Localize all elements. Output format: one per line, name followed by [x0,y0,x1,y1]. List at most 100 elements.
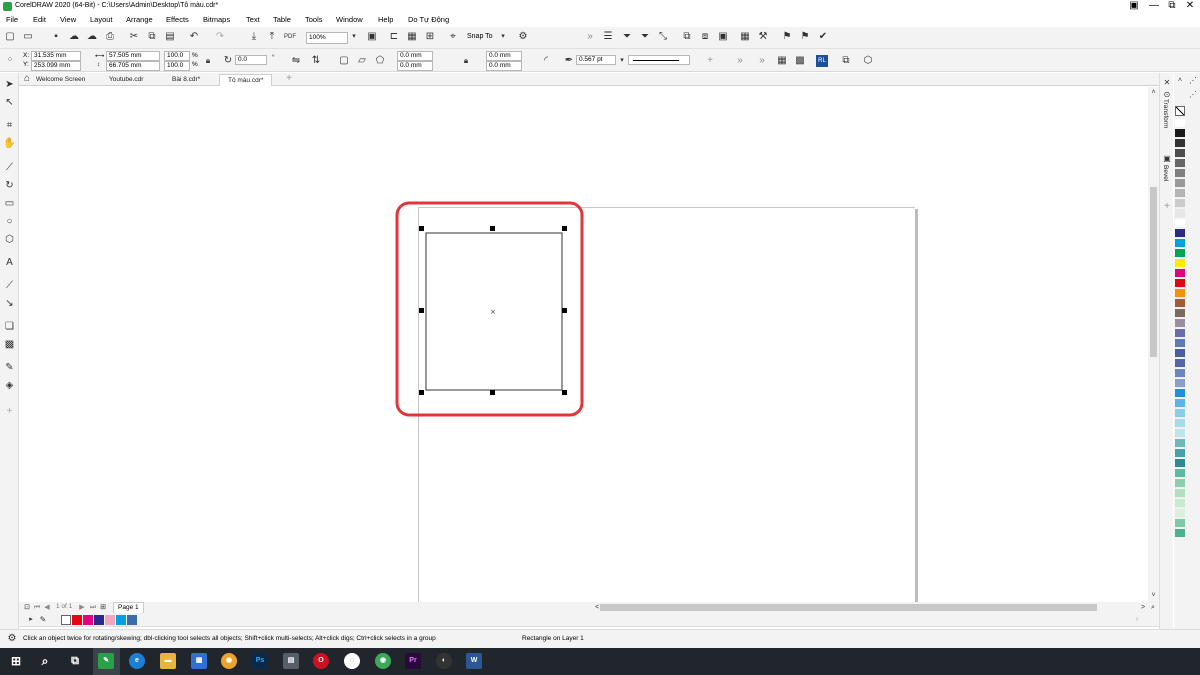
palette-swatch[interactable] [1175,399,1185,408]
page-tab-1[interactable]: Page 1 [113,602,144,613]
doc-palette-eyedropper-icon[interactable]: ✎ [37,614,49,626]
corner-radius-bottom-right[interactable]: 0.0 mm [486,61,522,71]
docker-close-icon[interactable]: ✕ [1161,77,1173,89]
drop-shadow-tool-icon[interactable]: ❏ [3,320,16,333]
rotation-angle-field[interactable]: 0.0 [235,55,267,65]
new-document-icon[interactable]: ▢ [4,31,16,43]
maximize-button[interactable]: ⧉ [1162,0,1182,13]
palette-scroll-up-icon[interactable]: ˄ [1174,75,1186,87]
palette-swatch[interactable] [1175,479,1185,488]
ellipse-tool-icon[interactable]: ○ [3,215,16,228]
chrome-icon[interactable]: ◉ [221,653,237,669]
undo-icon[interactable]: ↶ [188,31,200,43]
document-palette-swatch[interactable] [127,615,137,625]
palette-swatch[interactable] [1175,259,1185,268]
add-icon[interactable]: + [704,55,716,67]
corner-radius-bottom-left[interactable]: 0.0 mm [397,61,433,71]
snap-to-label[interactable]: Snap To [467,33,493,40]
scroll-up-icon[interactable]: ˄ [1148,87,1159,99]
palette-swatch[interactable] [1175,309,1185,318]
grid-select-icon[interactable]: ▦ [739,31,751,43]
copy-properties-icon[interactable]: ⧉ [681,31,693,43]
tab-welcome-screen[interactable]: Welcome Screen [28,74,93,86]
publish-pdf-icon[interactable]: PDF [284,31,296,43]
snap-dropdown-icon[interactable]: ▾ [497,31,509,43]
palette-swatch[interactable] [1175,159,1185,168]
show-guidelines-icon[interactable]: ⊞ [424,31,436,43]
vertical-scrollbar[interactable]: ˄ ˅ [1148,87,1159,602]
palette-swatch[interactable] [1175,249,1185,258]
palette-swatch[interactable] [1175,339,1185,348]
fill-options-icon[interactable]: ⬡ [862,55,874,67]
chrome-profile-icon[interactable]: ◉ [375,653,391,669]
full-screen-icon[interactable]: ▣ [366,31,378,43]
menu-help[interactable]: Help [378,15,393,24]
tab-bai-8[interactable]: Bài 8.cdr* [164,74,208,86]
round-corner-icon[interactable]: ▢ [338,55,350,67]
document-palette-swatch[interactable] [83,615,93,625]
transparency-tool-icon[interactable]: ▩ [3,338,16,351]
quick-customize-icon[interactable]: + [3,405,16,418]
edge-icon[interactable]: e [129,653,145,669]
connector-tool-icon[interactable]: ↘ [3,297,16,310]
pick-filter-icon[interactable]: ⏷ [639,31,651,43]
scale-width-field[interactable]: 100.0 [164,51,190,61]
palette-swatch[interactable] [1175,139,1185,148]
copy-icon[interactable]: ⧉ [146,31,158,43]
eyedropper-tool-icon[interactable]: ✎ [3,361,16,374]
palette-swatch[interactable] [1175,509,1185,518]
menu-window[interactable]: Window [336,15,363,24]
align-icon[interactable]: ☰ [602,31,614,43]
reference-point-icon[interactable]: ⁘ [4,54,16,66]
script-icon[interactable]: ⚑ [799,31,811,43]
opera-icon[interactable]: O [313,653,329,669]
drawing-canvas[interactable]: × [20,87,1148,602]
palette-swatch[interactable] [1175,419,1185,428]
coreldraw-taskbar-icon[interactable]: ✎ [98,653,114,669]
help-icon[interactable]: ▣ [1124,0,1144,13]
palette-swatch[interactable] [1175,489,1185,498]
palette-swatch[interactable] [1175,469,1185,478]
check-icon[interactable]: ✔ [817,31,829,43]
document-palette-swatch[interactable] [72,615,82,625]
minimize-button[interactable]: — [1144,0,1164,13]
macro-icon[interactable]: ⚑ [781,31,793,43]
pan-tool-icon[interactable]: ✋ [3,137,16,150]
mirror-horizontal-icon[interactable]: ⇋ [290,55,302,67]
tab-youtube[interactable]: Youtube.cdr [101,74,151,86]
tab-to-mau[interactable]: Tô màu.cdr* [219,74,273,86]
open-icon[interactable]: ▭ [22,31,34,43]
palette-swatch[interactable] [1175,229,1185,238]
palette-swatch[interactable] [1175,269,1185,278]
menu-arrange[interactable]: Arrange [126,15,153,24]
mirror-vertical-icon[interactable]: ⇅ [310,55,322,67]
document-palette-swatch[interactable] [94,615,104,625]
export-icon[interactable]: ⤒ [266,31,278,43]
palette-swatch[interactable] [1175,119,1185,128]
relative-corner-icon[interactable]: ◜ [540,55,552,67]
freehand-tool-icon[interactable]: ⟋ [3,161,16,174]
palette-swatch[interactable] [1175,369,1185,378]
menu-view[interactable]: View [60,15,76,24]
wrap-text-icon[interactable]: ▦ [776,55,788,67]
calculator-icon[interactable]: ▤ [283,653,299,669]
palette-swatch[interactable] [1175,279,1185,288]
height-field[interactable]: 66.705 mm [106,61,160,71]
file-explorer-icon[interactable]: ▬ [160,653,176,669]
interactive-fill-tool-icon[interactable]: ◈ [3,379,16,392]
palette-swatch[interactable] [1175,329,1185,338]
filter-icon[interactable]: ⏷ [621,31,633,43]
status-gear-icon[interactable]: ⚙ [6,633,18,645]
document-palette-swatch[interactable] [105,615,115,625]
x-position-field[interactable]: 31.535 mm [31,51,81,61]
crop-tool-icon[interactable]: ⌗ [3,119,16,132]
y-position-field[interactable]: 253.099 mm [31,61,81,71]
import-icon[interactable]: ⤓ [248,31,260,43]
palette-swatch[interactable] [1175,209,1185,218]
pick-tool-icon[interactable]: ➤ [3,78,16,91]
tools-icon[interactable]: ⚒ [757,31,769,43]
doc-palette-scroll-icon[interactable]: › [1131,614,1143,626]
palette-swatch[interactable] [1175,449,1185,458]
corner-radius-top-right[interactable]: 0.0 mm [486,51,522,61]
shape-tool-icon[interactable]: ↖ [3,96,16,109]
